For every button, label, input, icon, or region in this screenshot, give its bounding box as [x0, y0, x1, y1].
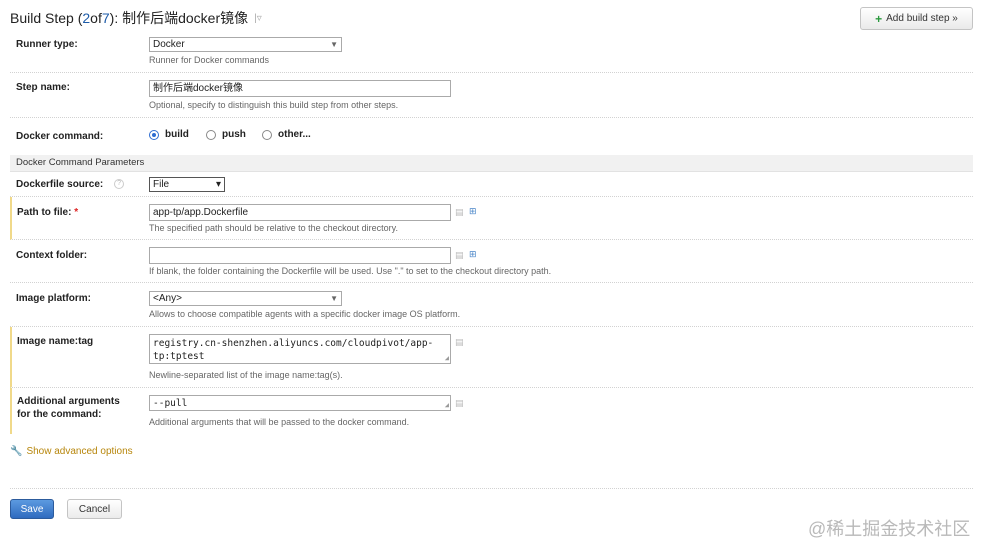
- show-advanced-options-label: Show advanced options: [26, 446, 133, 457]
- radio-push[interactable]: push: [206, 129, 246, 140]
- chevron-down-icon: ▼: [330, 294, 338, 303]
- note-icon[interactable]: ▤: [455, 338, 464, 347]
- additional-args-label-wrap: Additional arguments for the command:: [17, 395, 120, 421]
- additional-args-label-line1: Additional arguments: [17, 396, 120, 407]
- tree-picker-icon[interactable]: ⊞: [469, 207, 477, 216]
- image-name-tag-row: Image name:tag registry.cn-shenzhen.aliy…: [10, 327, 973, 388]
- radio-push-label: push: [222, 129, 246, 140]
- save-button[interactable]: Save: [10, 499, 54, 519]
- runner-type-select[interactable]: Docker ▼: [149, 37, 342, 52]
- radio-other-label: other...: [278, 129, 311, 140]
- title-of: of: [90, 10, 102, 26]
- path-to-file-label: Path to file:: [17, 207, 72, 218]
- path-to-file-input[interactable]: app-tp/app.Dockerfile: [149, 204, 451, 221]
- context-folder-input[interactable]: [149, 247, 451, 264]
- image-name-tag-label: Image name:tag: [17, 336, 94, 347]
- note-icon[interactable]: ▤: [455, 208, 464, 217]
- context-folder-label: Context folder:: [16, 250, 88, 261]
- context-folder-row: Context folder: ▤ ⊞ If blank, the folder…: [10, 240, 973, 283]
- resize-handle-icon[interactable]: ◢: [445, 402, 449, 409]
- section-header: Docker Command Parameters: [10, 155, 973, 172]
- wrench-icon: 🔧: [10, 446, 23, 457]
- dockerfile-source-value: File: [153, 179, 170, 190]
- add-build-step-button[interactable]: + Add build step »: [860, 7, 973, 30]
- step-name-row: Step name: 制作后端docker镜像 Optional, specif…: [10, 73, 973, 118]
- additional-args-hint: Additional arguments that will be passed…: [149, 417, 410, 427]
- radio-other-circle[interactable]: [262, 129, 272, 140]
- image-name-tag-hint: Newline-separated list of the image name…: [149, 370, 343, 380]
- image-name-tag-line2: tp:tptest: [153, 351, 205, 362]
- radio-build-label: build: [165, 129, 189, 140]
- step-name-input[interactable]: 制作后端docker镜像: [149, 80, 451, 97]
- tree-picker-icon[interactable]: ⊞: [469, 250, 477, 259]
- watermark: @稀土掘金技术社区: [808, 519, 971, 539]
- cancel-button[interactable]: Cancel: [67, 499, 122, 519]
- image-name-tag-line1: registry.cn-shenzhen.aliyuncs.com/cloudp…: [153, 338, 434, 349]
- radio-build-circle[interactable]: [149, 129, 159, 140]
- image-platform-hint: Allows to choose compatible agents with …: [149, 309, 461, 319]
- title-suffix: ): 制作后端docker镜像: [109, 10, 249, 26]
- add-build-step-label: Add build step »: [886, 13, 958, 24]
- step-current-link[interactable]: 2: [82, 10, 90, 26]
- additional-args-textarea[interactable]: --pull ◢: [149, 395, 451, 411]
- radio-build[interactable]: build: [149, 129, 189, 140]
- path-to-file-label-wrap: Path to file: *: [17, 206, 78, 219]
- image-platform-row: Image platform: <Any> ▼ Allows to choose…: [10, 283, 973, 327]
- title-prefix: Build Step (: [10, 10, 83, 26]
- context-folder-hint: If blank, the folder containing the Dock…: [149, 266, 552, 276]
- note-icon[interactable]: ▤: [455, 251, 464, 260]
- additional-args-label-line2: for the command:: [17, 409, 102, 420]
- dockerfile-source-label-wrap: Dockerfile source: ?: [16, 178, 125, 191]
- plus-icon: +: [875, 11, 883, 26]
- runner-type-hint: Runner for Docker commands: [149, 55, 270, 65]
- help-icon[interactable]: ?: [114, 179, 125, 190]
- runner-type-value: Docker: [153, 39, 185, 50]
- dockerfile-source-label: Dockerfile source:: [16, 179, 104, 190]
- runner-type-label: Runner type:: [16, 39, 78, 50]
- page-title: Build Step ( 2 of 7 ): 制作后端docker镜像 |▿: [10, 8, 262, 28]
- step-total-link[interactable]: 7: [102, 10, 110, 26]
- docker-command-row: Docker command: build push other...: [10, 118, 973, 155]
- additional-args-row: Additional arguments for the command: --…: [10, 388, 973, 434]
- radio-push-circle[interactable]: [206, 129, 216, 140]
- show-advanced-options-link[interactable]: 🔧 Show advanced options: [10, 446, 133, 457]
- image-platform-value: <Any>: [153, 293, 182, 304]
- note-icon[interactable]: ▤: [455, 399, 464, 408]
- dockerfile-source-select[interactable]: File ▾: [149, 177, 225, 192]
- path-to-file-hint: The specified path should be relative to…: [149, 223, 398, 233]
- radio-other[interactable]: other...: [262, 129, 311, 140]
- additional-args-value: --pull: [153, 398, 188, 409]
- chevron-down-icon: ▼: [330, 40, 338, 49]
- runner-type-row: Runner type: Docker ▼ Runner for Docker …: [10, 31, 973, 73]
- docker-command-label: Docker command:: [16, 131, 104, 142]
- footer-divider: [10, 488, 973, 489]
- required-asterisk: *: [74, 207, 79, 218]
- dockerfile-source-row: Dockerfile source: ? File ▾: [10, 172, 973, 197]
- step-name-label: Step name:: [16, 82, 70, 93]
- image-name-tag-textarea[interactable]: registry.cn-shenzhen.aliyuncs.com/cloudp…: [149, 334, 451, 364]
- path-to-file-row: Path to file: * app-tp/app.Dockerfile ▤ …: [10, 197, 973, 240]
- resize-handle-icon[interactable]: ◢: [445, 355, 449, 362]
- step-name-hint: Optional, specify to distinguish this bu…: [149, 100, 399, 110]
- image-platform-label: Image platform:: [16, 293, 92, 304]
- chevron-down-icon: ▾: [215, 179, 221, 190]
- image-platform-select[interactable]: <Any> ▼: [149, 291, 342, 306]
- step-menu-caret-icon[interactable]: |▿: [254, 13, 262, 24]
